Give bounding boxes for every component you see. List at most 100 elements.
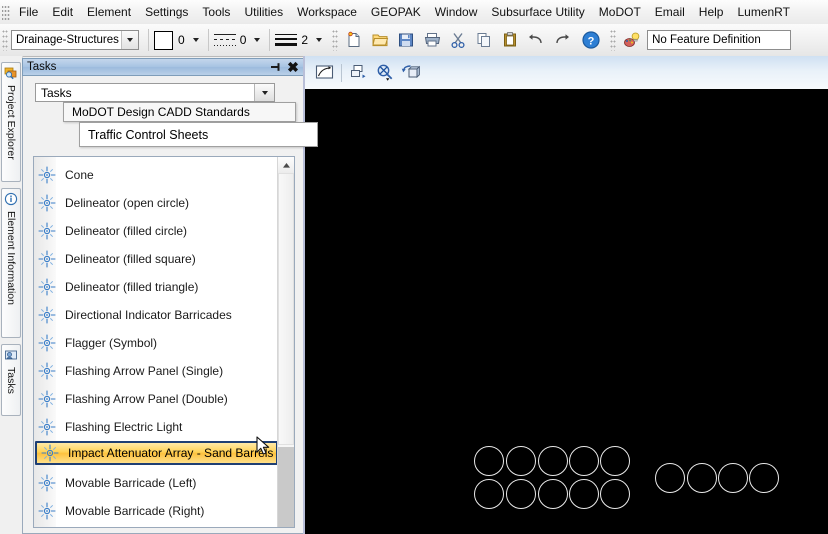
sand-barrel	[718, 463, 748, 493]
task-list-item[interactable]: Cone	[34, 161, 279, 189]
help-icon[interactable]: ?	[579, 28, 603, 52]
chevron-down-icon[interactable]	[121, 31, 138, 49]
save-icon[interactable]	[394, 28, 418, 52]
menu-window[interactable]: Window	[428, 2, 485, 22]
color-chevron-down-icon[interactable]	[189, 32, 203, 48]
task-list-item[interactable]: Flashing Electric Light	[34, 413, 279, 441]
task-list-item-selected[interactable]: Impact Attenuator Array - Sand Barrels	[35, 441, 278, 465]
zoom-in-icon[interactable]	[374, 62, 396, 84]
menu-geopak[interactable]: GEOPAK	[364, 2, 428, 22]
tasks-panel-title-bar[interactable]: Tasks ✖	[22, 58, 305, 76]
view-window	[305, 56, 828, 534]
menu-workspace[interactable]: Workspace	[290, 2, 364, 22]
view-attributes-icon[interactable]	[313, 62, 335, 84]
redo-icon[interactable]	[550, 28, 574, 52]
task-list-item[interactable]: Delineator (filled square)	[34, 245, 279, 273]
menu-level-1-label: MoDOT Design CADD Standards	[64, 105, 250, 119]
menu-utilities[interactable]: Utilities	[237, 2, 290, 22]
feature-definition-field[interactable]: No Feature Definition	[647, 30, 791, 50]
task-list-item-label: Cone	[58, 168, 94, 182]
pin-icon[interactable]	[269, 60, 283, 74]
task-list-item-label: Movable Barricade (Right)	[58, 504, 204, 518]
menu-item-traffic-control-sheets[interactable]: Traffic Control Sheets	[79, 122, 318, 147]
cut-icon[interactable]	[446, 28, 470, 52]
menu-level-2-label: Traffic Control Sheets	[80, 128, 208, 142]
chevron-down-icon[interactable]	[254, 84, 274, 101]
sand-barrel	[749, 463, 779, 493]
sand-barrel	[506, 479, 536, 509]
task-list-item[interactable]: Movable Barricade (Right)	[34, 497, 279, 525]
place-cell-star-icon	[36, 500, 58, 522]
toolbar-separator	[269, 29, 270, 51]
active-lineweight-value: 2	[301, 33, 308, 47]
view-rotate-icon[interactable]	[400, 62, 422, 84]
copy-icon[interactable]	[472, 28, 496, 52]
task-list-item[interactable]: Directional Indicator Barricades	[34, 301, 279, 329]
menu-item-modot-design-cadd-standards[interactable]: MoDOT Design CADD Standards	[63, 102, 296, 122]
sidebar-tab-label: Project Explorer	[5, 85, 17, 160]
task-list-item[interactable]: Flagger (Symbol)	[34, 329, 279, 357]
toolbar-grip-feature[interactable]	[610, 29, 616, 51]
place-cell-star-icon	[36, 164, 58, 186]
task-list-item[interactable]: Delineator (filled triangle)	[34, 273, 279, 301]
task-list-item-label: Flashing Arrow Panel (Double)	[58, 392, 228, 406]
menu-modot[interactable]: MoDOT	[592, 2, 648, 22]
place-cell-star-icon	[39, 442, 61, 464]
place-cell-star-icon	[36, 192, 58, 214]
sand-barrel	[600, 446, 630, 476]
task-list-item[interactable]: Movable Barricade (Plan View)	[34, 525, 279, 528]
task-list-item-label: Directional Indicator Barricades	[58, 308, 232, 322]
menu-subsurface-utility[interactable]: Subsurface Utility	[484, 2, 591, 22]
sidebar-tab-tasks[interactable]: Tasks	[1, 344, 21, 416]
toolbar-grip-attributes[interactable]	[2, 29, 8, 51]
place-cell-star-icon	[36, 360, 58, 382]
menu-file[interactable]: File	[12, 2, 45, 22]
open-file-icon[interactable]	[368, 28, 392, 52]
task-list-item-label: Movable Barricade (Left)	[58, 476, 196, 490]
task-list-item[interactable]: Flashing Arrow Panel (Single)	[34, 357, 279, 385]
drawing-canvas[interactable]	[305, 89, 828, 534]
active-color-swatch[interactable]	[154, 31, 173, 50]
tasks-panel-title: Tasks	[23, 61, 269, 73]
scrollbar-track[interactable]	[278, 447, 294, 527]
menu-settings[interactable]: Settings	[138, 2, 195, 22]
task-list-item[interactable]: Flashing Arrow Panel (Double)	[34, 385, 279, 413]
task-list-scrollbar[interactable]	[277, 157, 294, 527]
left-dock-tabs: Project Explorer Element Information T	[0, 56, 23, 534]
active-linestyle-preview[interactable]	[214, 32, 236, 48]
sidebar-tab-element-information[interactable]: Element Information	[1, 188, 21, 338]
sidebar-tab-project-explorer[interactable]: Project Explorer	[1, 62, 21, 182]
toolbar-grip-standard[interactable]	[332, 29, 338, 51]
task-list: ConeDelineator (open circle)Delineator (…	[33, 156, 295, 528]
menu-bar: FileEditElementSettingsToolsUtilitiesWor…	[0, 0, 828, 25]
place-cell-star-icon	[36, 304, 58, 326]
active-lineweight-preview[interactable]	[275, 32, 297, 48]
task-list-item[interactable]: Delineator (filled circle)	[34, 217, 279, 245]
place-cell-star-icon	[36, 388, 58, 410]
menu-email[interactable]: Email	[648, 2, 692, 22]
close-icon[interactable]: ✖	[285, 60, 301, 74]
menu-lumenrt[interactable]: LumenRT	[730, 2, 796, 22]
project-explorer-icon	[4, 66, 18, 83]
feature-definition-icon[interactable]	[620, 28, 644, 52]
task-list-item[interactable]: Movable Barricade (Left)	[34, 469, 279, 497]
active-level-combo[interactable]: Drainage-Structures	[11, 30, 139, 50]
menu-edit[interactable]: Edit	[45, 2, 80, 22]
update-view-icon[interactable]	[348, 62, 370, 84]
new-file-icon[interactable]	[342, 28, 366, 52]
task-list-item-label: Delineator (filled triangle)	[58, 280, 198, 294]
menu-help[interactable]: Help	[692, 2, 731, 22]
task-list-item-label: Delineator (filled square)	[58, 252, 196, 266]
menu-bar-grip[interactable]	[2, 4, 10, 20]
menu-tools[interactable]: Tools	[195, 2, 237, 22]
undo-icon[interactable]	[524, 28, 548, 52]
print-icon[interactable]	[420, 28, 444, 52]
lineweight-chevron-down-icon[interactable]	[312, 32, 326, 48]
linestyle-chevron-down-icon[interactable]	[250, 32, 264, 48]
scrollbar-thumb[interactable]	[278, 173, 294, 445]
scroll-up-icon[interactable]	[278, 157, 294, 174]
tasks-selector-combo[interactable]: Tasks	[35, 83, 275, 102]
task-list-item[interactable]: Delineator (open circle)	[34, 189, 279, 217]
paste-icon[interactable]	[498, 28, 522, 52]
menu-element[interactable]: Element	[80, 2, 138, 22]
